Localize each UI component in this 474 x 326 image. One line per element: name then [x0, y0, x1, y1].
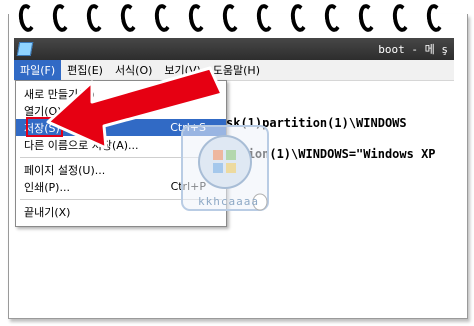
binder-ring-icon [289, 3, 309, 33]
binder-ring-icon [119, 3, 139, 33]
binder-ring-icon [85, 3, 105, 33]
binder-ring-icon [221, 3, 241, 33]
watermark-text: kkhcaaaa [198, 195, 259, 208]
binder-ring-icon [255, 3, 275, 33]
binder-ring-icon [323, 3, 343, 33]
binder-ring-icon [51, 3, 71, 33]
binder-ring-icon [425, 3, 445, 33]
window-title: boot - 메 ş [378, 43, 448, 56]
binder-ring-icon [357, 3, 377, 33]
notepad-icon [16, 42, 34, 56]
binder-ring-icon [17, 3, 37, 33]
title-bar[interactable]: boot - 메 ş [14, 38, 454, 60]
binder-ring-icon [391, 3, 411, 33]
binder-ring-icon [153, 3, 173, 33]
binder-ring-icon [187, 3, 207, 33]
